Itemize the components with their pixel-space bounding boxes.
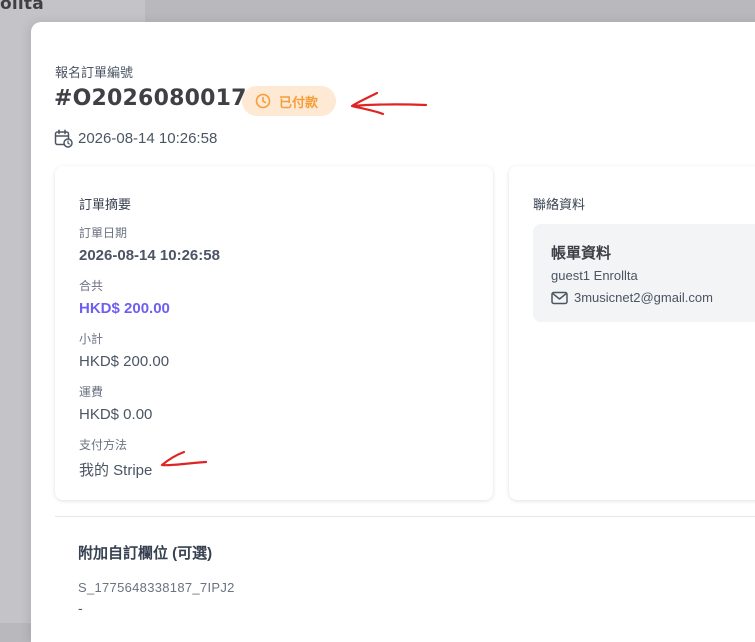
field-value: 2026-08-14 10:26:58 (79, 247, 220, 264)
order-date-row: 2026-08-14 10:26:58 (54, 129, 217, 148)
status-badge: 已付款 (242, 86, 336, 116)
field-label: 運費 (79, 385, 104, 399)
field-value: HKD$ 0.00 (79, 406, 153, 423)
field-payment-method: 支付方法 我的 Stripe (79, 436, 152, 480)
clock-icon (255, 93, 271, 109)
brand-name-fragment: ollta (0, 0, 44, 14)
custom-field-value: - (78, 600, 83, 616)
billing-name: guest1 Enrollta (551, 268, 638, 283)
custom-field-key: S_1775648338187_7IPJ2 (78, 580, 235, 595)
billing-email[interactable]: 3musicnet2@gmail.com (574, 290, 713, 305)
field-label: 合共 (79, 279, 104, 293)
field-total: 合共 HKD$ 200.00 (79, 277, 170, 317)
field-label: 小計 (79, 332, 104, 346)
field-value: HKD$ 200.00 (79, 300, 170, 317)
field-value: HKD$ 200.00 (79, 353, 170, 370)
mail-icon (551, 291, 568, 305)
order-number: #O2026080017 (54, 86, 247, 111)
annotation-arrow-status (350, 91, 428, 116)
calendar-clock-icon (54, 129, 73, 148)
order-date: 2026-08-14 10:26:58 (78, 130, 218, 147)
contact-title: 聯絡資料 (533, 197, 586, 212)
order-summary-title: 訂單摘要 (79, 197, 132, 212)
billing-email-row: 3musicnet2@gmail.com (551, 290, 713, 305)
contact-card: 聯絡資料 帳單資料 guest1 Enrollta 3musicnet2@gma… (509, 166, 755, 500)
billing-title: 帳單資料 (551, 245, 612, 262)
section-divider (55, 516, 755, 517)
order-number-label: 報名訂單編號 (55, 65, 134, 80)
order-detail-panel: 報名訂單編號 #O2026080017 已付款 2026-08-14 10:26… (31, 22, 755, 642)
billing-info-box: 帳單資料 guest1 Enrollta 3musicnet2@gmail.co… (533, 224, 755, 322)
field-order-date: 訂單日期 2026-08-14 10:26:58 (79, 224, 220, 264)
field-label: 訂單日期 (79, 226, 128, 240)
field-shipping: 運費 HKD$ 0.00 (79, 383, 152, 423)
field-label: 支付方法 (79, 438, 128, 452)
status-label: 已付款 (279, 94, 319, 110)
field-value: 我的 Stripe (79, 462, 153, 479)
custom-fields-title: 附加自訂欄位 (可選) (78, 545, 213, 562)
order-summary-card: 訂單摘要 訂單日期 2026-08-14 10:26:58 合共 HKD$ 20… (55, 166, 493, 500)
field-subtotal: 小計 HKD$ 200.00 (79, 330, 169, 370)
annotation-arrow-payment (160, 450, 208, 467)
